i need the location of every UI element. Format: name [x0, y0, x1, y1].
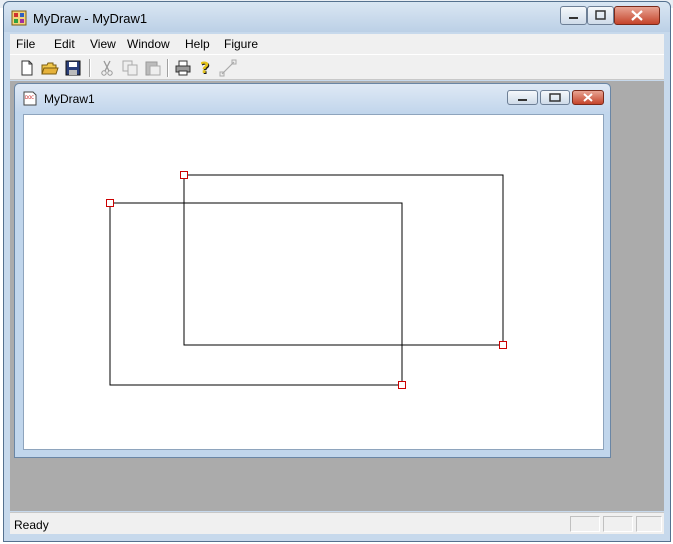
- close-button[interactable]: [614, 6, 660, 25]
- selection-handle[interactable]: [180, 171, 188, 179]
- mdi-workspace: DOC MyDraw1: [10, 81, 664, 511]
- cut-icon[interactable]: [98, 59, 116, 77]
- selection-handle[interactable]: [499, 341, 507, 349]
- menu-view[interactable]: View: [90, 37, 116, 51]
- help-icon[interactable]: ? ?: [197, 59, 215, 77]
- child-window: DOC MyDraw1: [14, 83, 611, 458]
- minimize-icon: [518, 99, 527, 101]
- open-folder-icon[interactable]: [41, 59, 59, 77]
- status-pane: [603, 516, 633, 532]
- child-close-button[interactable]: [572, 90, 604, 105]
- rectangle-2[interactable]: [109, 202, 403, 386]
- menu-figure[interactable]: Figure: [224, 37, 258, 51]
- child-maximize-button[interactable]: [540, 90, 570, 105]
- selection-handle[interactable]: [106, 199, 114, 207]
- selection-handle[interactable]: [398, 381, 406, 389]
- child-title-bar[interactable]: DOC MyDraw1: [15, 84, 610, 112]
- copy-icon[interactable]: [121, 59, 139, 77]
- drawing-surface[interactable]: [24, 115, 603, 449]
- print-icon[interactable]: [174, 59, 192, 77]
- menu-help[interactable]: Help: [185, 37, 210, 51]
- toolbar: ? ?: [10, 54, 664, 80]
- document-icon: DOC: [23, 91, 37, 106]
- svg-text:DOC: DOC: [25, 95, 34, 100]
- minimize-icon: [569, 17, 578, 19]
- close-icon: [583, 93, 593, 102]
- resize-icon[interactable]: [219, 59, 237, 77]
- child-minimize-button[interactable]: [507, 90, 538, 105]
- save-icon[interactable]: [64, 59, 82, 77]
- new-file-icon[interactable]: [18, 59, 36, 77]
- toolbar-separator: [89, 59, 91, 77]
- paste-icon[interactable]: [144, 59, 162, 77]
- menu-bar: File Edit View Window Help Figure: [10, 34, 664, 54]
- menu-file[interactable]: File: [16, 37, 35, 51]
- app-icon: [11, 10, 27, 26]
- minimize-button[interactable]: [560, 6, 587, 25]
- close-icon: [631, 10, 643, 21]
- child-window-title: MyDraw1: [44, 92, 95, 106]
- rectangle-1[interactable]: [183, 174, 504, 346]
- title-bar[interactable]: MyDraw - MyDraw1: [4, 2, 670, 32]
- toolbar-separator: [167, 59, 169, 77]
- status-bar: Ready: [10, 512, 664, 534]
- status-pane: [570, 516, 600, 532]
- status-text: Ready: [14, 518, 49, 532]
- maximize-icon: [549, 93, 561, 102]
- window-title: MyDraw - MyDraw1: [33, 11, 148, 26]
- restore-icon: [595, 10, 606, 20]
- drawing-canvas[interactable]: [23, 114, 604, 450]
- menu-window[interactable]: Window: [127, 37, 170, 51]
- svg-text:?: ?: [200, 59, 209, 77]
- main-window: MyDraw - MyDraw1 File Edit View Window H…: [3, 1, 671, 542]
- menu-edit[interactable]: Edit: [54, 37, 75, 51]
- restore-button[interactable]: [587, 6, 614, 25]
- status-pane: [636, 516, 662, 532]
